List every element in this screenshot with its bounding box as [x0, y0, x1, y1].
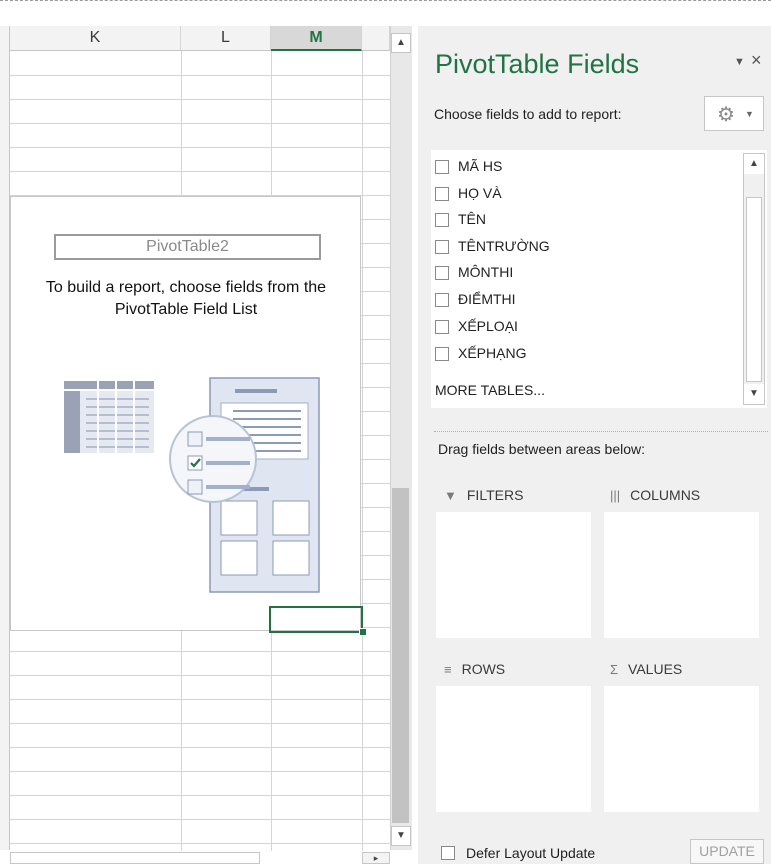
- row-gridline: [10, 771, 390, 772]
- column-header-l[interactable]: L: [181, 26, 271, 51]
- filters-drop-area[interactable]: [436, 512, 591, 638]
- update-button[interactable]: UPDATE: [690, 839, 764, 864]
- tools-button[interactable]: ⚙ ▼: [704, 96, 764, 131]
- row-gridline: [10, 99, 390, 100]
- sheet-horizontal-scrollbar[interactable]: [10, 852, 260, 864]
- field-label: XẾPLOẠI: [458, 318, 518, 334]
- field-item[interactable]: TÊNTRƯỜNG: [435, 234, 550, 258]
- fill-handle[interactable]: [359, 628, 367, 636]
- values-drop-area[interactable]: [604, 686, 759, 812]
- row-gridline: [10, 795, 390, 796]
- columns-drop-area[interactable]: [604, 512, 759, 638]
- pivot-table-placeholder[interactable]: PivotTable2 To build a report, choose fi…: [10, 196, 361, 631]
- filter-icon: ▼: [444, 488, 457, 503]
- filters-area-label: FILTERS: [466, 487, 524, 503]
- columns-area-header: ||| COLUMNS: [610, 487, 700, 503]
- rows-area-header: ≡ ROWS: [444, 661, 505, 677]
- row-gridline: [10, 75, 390, 76]
- field-label: ĐIỂMTHI: [458, 291, 516, 307]
- rows-drop-area[interactable]: [436, 686, 591, 812]
- field-label: XẾPHẠNG: [458, 345, 527, 361]
- sigma-icon: Σ: [610, 662, 619, 677]
- field-label: HỌ VÀ: [458, 185, 502, 201]
- row-gridline: [10, 723, 390, 724]
- columns-area-label: COLUMNS: [630, 487, 701, 503]
- pivot-table-name: PivotTable2: [54, 234, 321, 260]
- row-gridline: [10, 675, 390, 676]
- field-item[interactable]: XẾPLOẠI: [435, 314, 518, 338]
- field-item[interactable]: HỌ VÀ: [435, 181, 502, 205]
- section-divider[interactable]: [434, 431, 768, 432]
- column-header-partial[interactable]: [362, 26, 390, 51]
- pivot-table-instructions: To build a report, choose fields from th…: [45, 279, 327, 318]
- field-checkbox[interactable]: [435, 320, 449, 334]
- field-label: TÊNTRƯỜNG: [458, 238, 550, 254]
- chevron-down-icon: ▼: [745, 109, 754, 119]
- field-item[interactable]: MÃ HS: [435, 154, 502, 178]
- column-gridline: [362, 51, 363, 851]
- pivot-illustration-icon: [64, 377, 320, 593]
- column-header-m[interactable]: M: [271, 26, 362, 51]
- field-label: MÔNTHI: [458, 264, 514, 280]
- row-gridline: [10, 819, 390, 820]
- field-list-scroll-thumb[interactable]: [746, 197, 762, 382]
- values-area-label: VALUES: [628, 661, 683, 677]
- selected-cell[interactable]: [269, 606, 363, 633]
- row-gridline: [10, 123, 390, 124]
- rows-area-label: ROWS: [461, 661, 506, 677]
- field-checkbox[interactable]: [435, 293, 449, 307]
- column-header-k[interactable]: K: [10, 26, 181, 51]
- field-checkbox[interactable]: [435, 160, 449, 174]
- scroll-up-arrow-icon[interactable]: ▲: [744, 154, 764, 174]
- field-list[interactable]: MÃ HS HỌ VÀ TÊN TÊNTRƯỜNG MÔNTHI ĐIỂMTHI…: [431, 150, 767, 408]
- close-icon[interactable]: ×: [751, 50, 762, 71]
- field-item[interactable]: MÔNTHI: [435, 260, 513, 284]
- scroll-down-arrow-icon[interactable]: ▼: [391, 826, 411, 846]
- row-gridline: [10, 171, 390, 172]
- gear-icon: ⚙: [717, 104, 735, 126]
- top-dashed-border: [0, 0, 771, 1]
- more-tables-link[interactable]: MORE TABLES...: [435, 382, 545, 398]
- filters-area-header: ▼ FILTERS: [444, 487, 523, 503]
- scrollbar-thumb[interactable]: [392, 488, 409, 823]
- defer-layout-checkbox[interactable]: [441, 846, 455, 860]
- pane-title: PivotTable Fields: [435, 49, 640, 79]
- row-gridline: [10, 651, 390, 652]
- scroll-down-arrow-icon[interactable]: ▼: [744, 384, 764, 404]
- scroll-up-arrow-icon[interactable]: ▲: [391, 33, 411, 53]
- row-gridline: [10, 699, 390, 700]
- values-area-header: Σ VALUES: [610, 661, 682, 677]
- field-item[interactable]: TÊN: [435, 207, 486, 231]
- columns-icon: |||: [610, 488, 621, 503]
- field-checkbox[interactable]: [435, 213, 449, 227]
- scroll-right-arrow-icon[interactable]: ▸: [362, 852, 390, 864]
- field-label: TÊN: [458, 211, 486, 227]
- row-gridline: [10, 843, 390, 844]
- field-checkbox[interactable]: [435, 347, 449, 361]
- drag-fields-label: Drag fields between areas below:: [438, 441, 646, 457]
- choose-fields-label: Choose fields to add to report:: [434, 106, 622, 122]
- field-checkbox[interactable]: [435, 240, 449, 254]
- row-gridline: [10, 147, 390, 148]
- field-label: MÃ HS: [458, 158, 503, 174]
- row-header-strip[interactable]: [0, 26, 10, 850]
- field-item[interactable]: XẾPHẠNG: [435, 341, 526, 365]
- field-item[interactable]: ĐIỂMTHI: [435, 287, 516, 311]
- defer-layout-label: Defer Layout Update: [466, 845, 596, 861]
- row-gridline: [10, 747, 390, 748]
- rows-icon: ≡: [444, 662, 452, 677]
- dropdown-arrow-icon[interactable]: ▼: [734, 56, 745, 68]
- field-checkbox[interactable]: [435, 187, 449, 201]
- field-checkbox[interactable]: [435, 266, 449, 280]
